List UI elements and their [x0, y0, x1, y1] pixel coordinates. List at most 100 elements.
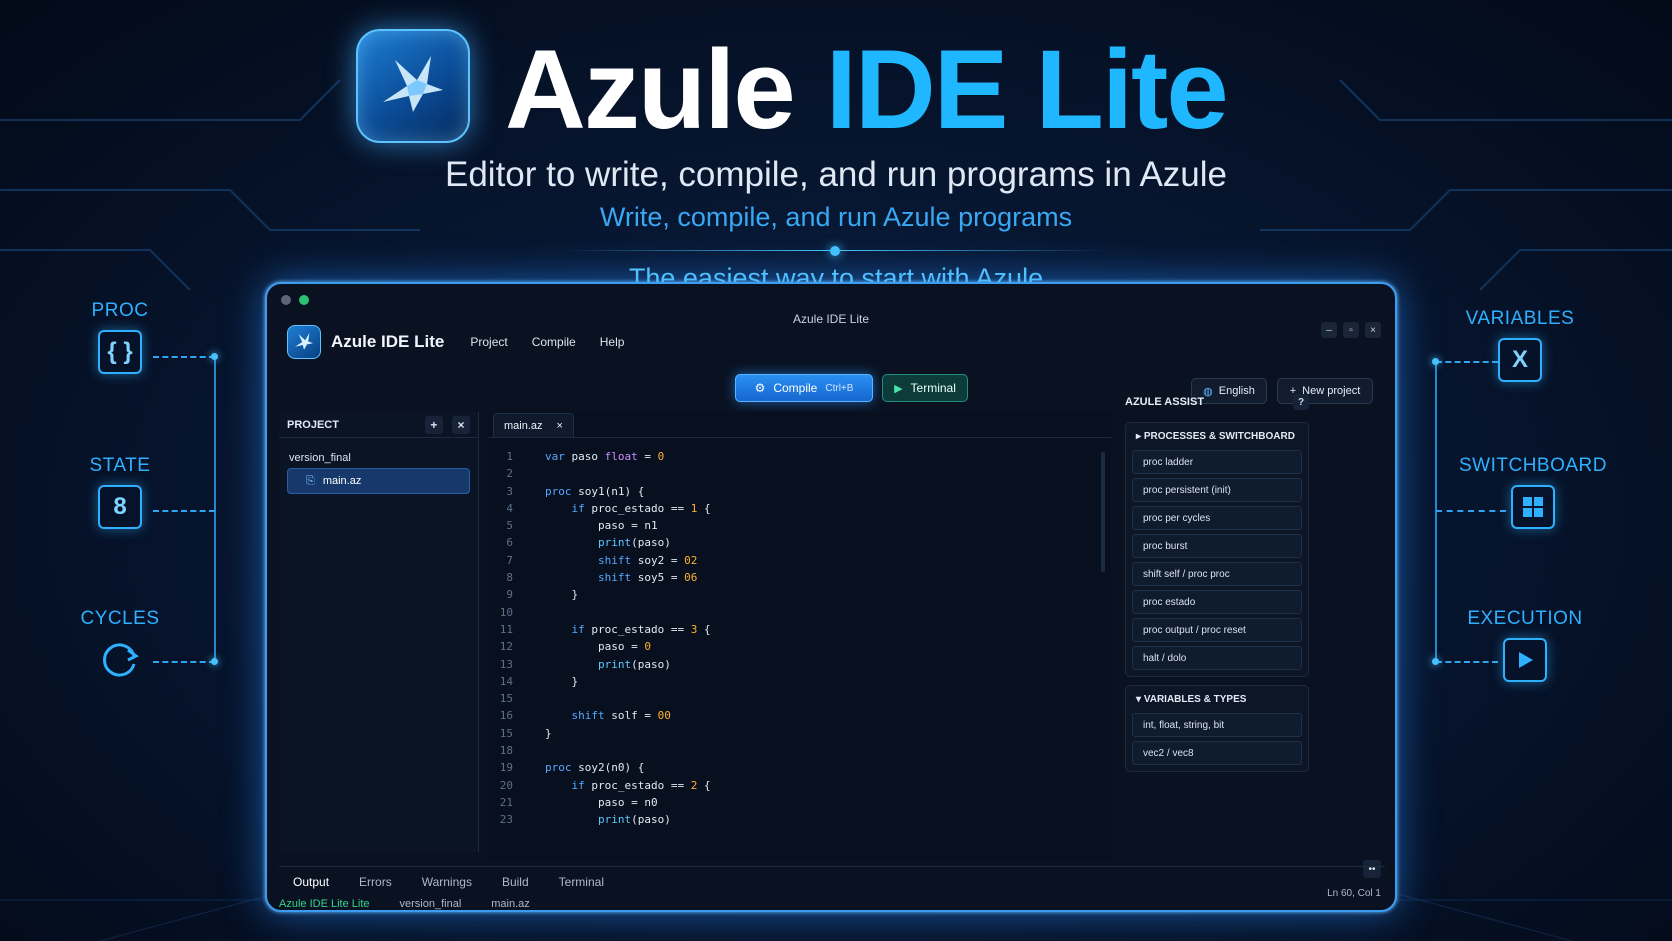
- code-line[interactable]: 8 shift soy5 = 06: [487, 569, 1111, 586]
- project-panel-title: PROJECT: [287, 418, 339, 431]
- code-area[interactable]: 1 var paso float = 0 2 3 proc soy1(n1) {4 if…: [487, 448, 1111, 848]
- menu-compile[interactable]: Compile: [532, 335, 576, 349]
- snippet-item[interactable]: shift self / proc proc: [1132, 562, 1302, 586]
- connector-switchboard: [1436, 510, 1506, 512]
- add-file-button[interactable]: +: [424, 415, 443, 434]
- snippet-item[interactable]: vec2 / vec8: [1132, 741, 1302, 765]
- compile-button[interactable]: ⚙ Compile Ctrl+B: [735, 374, 873, 402]
- minimize-button[interactable]: –: [1321, 322, 1337, 338]
- assist-group-processes: ▸ PROCESSES & SWITCHBOARD proc ladder pr…: [1125, 422, 1309, 677]
- snippet-item[interactable]: proc ladder: [1132, 450, 1302, 474]
- line-code: if proc_estado == 2 {: [571, 778, 711, 792]
- hero-title-part1: Azule: [505, 27, 796, 152]
- code-line[interactable]: 7 shift soy2 = 02: [487, 552, 1111, 569]
- snippet-item[interactable]: proc output / proc reset: [1132, 618, 1302, 642]
- chevron-down-icon: ▾: [1136, 694, 1144, 705]
- code-line[interactable]: 23 print(paso): [487, 811, 1111, 828]
- hero-subtagline: Write, compile, and run Azule programs: [599, 202, 1073, 232]
- code-line[interactable]: 15}: [487, 725, 1111, 742]
- feature-label: STATE: [89, 455, 151, 476]
- code-line[interactable]: 6 print(paso): [487, 534, 1111, 551]
- close-icon[interactable]: ×: [557, 420, 563, 432]
- help-button[interactable]: ?: [1293, 394, 1309, 410]
- tree-file-selected[interactable]: ⎘ main.az: [287, 468, 470, 494]
- code-line[interactable]: 5 paso = n1: [487, 517, 1111, 534]
- maximize-button[interactable]: ▫: [1343, 322, 1359, 338]
- connector-node: [1432, 658, 1439, 665]
- tab-output[interactable]: Output: [293, 875, 329, 889]
- code-line[interactable]: 19 proc soy2(n0) {: [487, 759, 1111, 776]
- terminal-button[interactable]: ▶ Terminal: [882, 374, 968, 402]
- line-number: 13: [499, 657, 513, 671]
- window-dot-close[interactable]: [281, 295, 291, 305]
- code-line[interactable]: 3 proc soy1(n1) {: [487, 483, 1111, 500]
- window-dot-zoom[interactable]: [299, 295, 309, 305]
- status-app: Azule IDE Lite Lite: [279, 898, 370, 910]
- title-bar: [267, 284, 1395, 314]
- line-code: shift soy5 = 06: [597, 571, 698, 585]
- snippet-item[interactable]: int, float, string, bit: [1132, 713, 1302, 737]
- code-line[interactable]: 11 if proc_estado == 3 {: [487, 621, 1111, 638]
- connector-node: [1432, 358, 1439, 365]
- line-number: 7: [506, 553, 513, 567]
- code-line[interactable]: 21 paso = n0: [487, 794, 1111, 811]
- ide-window: Azule IDE Lite – ▫ × Azule IDE Lite Proj…: [265, 282, 1397, 912]
- tab-build[interactable]: Build: [502, 875, 529, 889]
- feature-proc: PROC { }: [80, 300, 160, 374]
- hero-title: Azule IDE Lite: [505, 27, 1229, 152]
- editor-scrollbar[interactable]: [1101, 452, 1105, 572]
- feature-variables: VARIABLES X: [1460, 308, 1580, 382]
- code-line[interactable]: 12 paso = 0: [487, 638, 1111, 655]
- code-line[interactable]: 13 print(paso): [487, 656, 1111, 673]
- state-digit-icon: 8: [98, 485, 142, 529]
- snippet-item[interactable]: proc per cycles: [1132, 506, 1302, 530]
- code-line[interactable]: 20 if proc_estado == 2 {: [487, 777, 1111, 794]
- line-number: 19: [499, 761, 513, 775]
- code-line[interactable]: 16 shift solf = 00: [487, 707, 1111, 724]
- code-line[interactable]: 10: [487, 604, 1111, 621]
- refresh-icon: [98, 638, 142, 682]
- line-number: 23: [499, 813, 513, 827]
- line-code: paso = 0: [545, 640, 651, 654]
- menu-project[interactable]: Project: [470, 335, 507, 349]
- tab-errors[interactable]: Errors: [359, 875, 392, 889]
- code-line[interactable]: 18: [487, 742, 1111, 759]
- grid-icon: [1511, 485, 1555, 529]
- eagle-logo-icon: [383, 56, 443, 112]
- line-number: 1: [506, 450, 513, 463]
- group-title[interactable]: ▾ VARIABLES & TYPES: [1132, 692, 1302, 713]
- line-number: 21: [499, 795, 513, 809]
- code-line[interactable]: 9 }: [487, 586, 1111, 603]
- code-line[interactable]: 4 if proc_estado == 1 {: [487, 500, 1111, 517]
- code-line[interactable]: 1 var paso float = 0: [487, 448, 1111, 465]
- snippet-item[interactable]: proc estado: [1132, 590, 1302, 614]
- variable-x-icon: X: [1498, 338, 1542, 382]
- feature-label: PROC: [91, 300, 149, 321]
- code-line[interactable]: 15: [487, 690, 1111, 707]
- tab-terminal[interactable]: Terminal: [559, 875, 604, 889]
- snippet-item[interactable]: halt / dolo: [1132, 646, 1302, 670]
- code-line[interactable]: 2: [487, 465, 1111, 482]
- close-panel-button[interactable]: ×: [452, 415, 470, 434]
- editor-tab-main[interactable]: main.az ×: [493, 413, 574, 437]
- tab-warnings[interactable]: Warnings: [422, 875, 472, 889]
- connector-node: [211, 658, 218, 665]
- tree-root-folder[interactable]: version_final: [279, 438, 478, 468]
- line-code: proc soy1(n1) {: [545, 484, 645, 498]
- line-code: print(paso): [597, 657, 671, 671]
- assist-group-variables: ▾ VARIABLES & TYPES int, float, string, …: [1125, 685, 1309, 772]
- code-editor[interactable]: main.az × 1 var paso float = 0 2 3 proc soy1…: [487, 412, 1111, 862]
- snippet-item[interactable]: proc persistent (init): [1132, 478, 1302, 502]
- group-title[interactable]: ▸ PROCESSES & SWITCHBOARD: [1132, 429, 1302, 450]
- snippet-item[interactable]: proc burst: [1132, 534, 1302, 558]
- bottom-tabs: Output Errors Warnings Build Terminal: [279, 867, 1385, 889]
- line-code: if proc_estado == 1 {: [571, 501, 711, 515]
- code-line[interactable]: 14 }: [487, 673, 1111, 690]
- status-project: version_final: [399, 898, 462, 910]
- feature-label: CYCLES: [80, 608, 160, 629]
- line-code: if proc_estado == 3 {: [571, 622, 711, 636]
- menu-help[interactable]: Help: [600, 335, 625, 349]
- close-button[interactable]: ×: [1365, 322, 1381, 338]
- line-code: }: [545, 588, 579, 602]
